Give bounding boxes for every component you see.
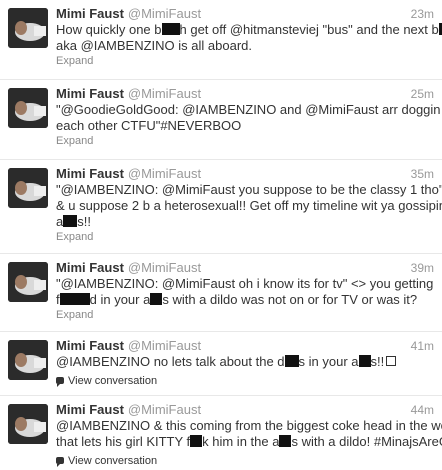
tweet-text: "@IAMBENZINO: @MimiFaust oh i know its f… — [56, 276, 434, 308]
tweet-timestamp[interactable]: 39m — [411, 260, 434, 276]
text-line: aka @IAMBENZINO is all aboard. — [56, 38, 252, 53]
tweet-text: @IAMBENZINO & this coming from the bigge… — [56, 418, 442, 450]
view-conversation-link[interactable]: View conversation — [56, 374, 157, 388]
text-line: @IAMBENZINO & this coming from the bigge… — [56, 418, 442, 433]
author-name[interactable]: Mimi Faust — [56, 402, 124, 417]
text-line: & u suppose 2 b a heterosexual!! Get off… — [56, 198, 442, 213]
redaction-bar — [63, 215, 78, 227]
view-conversation-link[interactable]: View conversation — [56, 454, 157, 468]
redaction-bar — [59, 293, 90, 305]
tweet-timestamp[interactable]: 44m — [411, 402, 434, 418]
expand-link[interactable]: Expand — [56, 230, 93, 244]
text-line: "@IAMBENZINO: @MimiFaust oh i know its f… — [56, 276, 434, 291]
author-name[interactable]: Mimi Faust — [56, 260, 124, 275]
tweet-header: Mimi Faust @MimiFaust 41m — [56, 338, 434, 354]
tweet-item[interactable]: Mimi Faust @MimiFaust 44m @IAMBENZINO & t… — [0, 396, 442, 470]
tweet-item[interactable]: Mimi Faust @MimiFaust 35m "@IAMBENZINO: @… — [0, 160, 442, 254]
tweet-header: Mimi Faust @MimiFaust 39m — [56, 260, 434, 276]
text-segment: s with a dildo! #MinajsAreGr8 — [291, 434, 442, 449]
text-segment: a — [56, 214, 64, 229]
redaction-bar — [161, 23, 180, 35]
tweet-text: "@GoodieGoldGood: @IAMBENZINO and @MimiF… — [56, 102, 441, 134]
text-segment: that lets his girl KITTY f — [56, 434, 191, 449]
tweet-timestamp[interactable]: 25m — [411, 86, 434, 102]
avatar[interactable] — [8, 8, 48, 48]
tweet-header: Mimi Faust @MimiFaust 35m — [56, 166, 434, 182]
speech-bubble-icon — [56, 377, 64, 387]
tweet-item[interactable]: Mimi Faust @MimiFaust 41m @IAMBENZINO no … — [0, 332, 442, 396]
text-line: "@GoodieGoldGood: @IAMBENZINO and @MimiF… — [56, 102, 441, 117]
text-segment: s!! — [370, 354, 385, 369]
unrendered-glyph-icon — [386, 356, 397, 366]
tweet-header: Mimi Faust @MimiFaust 23m — [56, 6, 434, 22]
avatar[interactable] — [8, 88, 48, 128]
author-handle[interactable]: @MimiFaust — [128, 260, 201, 275]
text-segment: How quickly one b — [56, 22, 162, 37]
tweet-item[interactable]: Mimi Faust @MimiFaust 23m How quickly one… — [0, 0, 442, 80]
text-segment: @IAMBENZINO no lets talk about the d — [56, 354, 285, 369]
author-name[interactable]: Mimi Faust — [56, 6, 124, 21]
tweet-text: "@IAMBENZINO: @MimiFaust you suppose to … — [56, 182, 442, 230]
text-segment: s!! — [77, 214, 91, 229]
text-segment: s in your a — [298, 354, 359, 369]
avatar[interactable] — [8, 340, 48, 380]
text-segment: k him in the a — [202, 434, 280, 449]
author-name[interactable]: Mimi Faust — [56, 86, 124, 101]
author-handle[interactable]: @MimiFaust — [128, 338, 201, 353]
tweet-header: Mimi Faust @MimiFaust 25m — [56, 86, 434, 102]
speech-bubble-icon — [56, 457, 64, 467]
author-name[interactable]: Mimi Faust — [56, 166, 124, 181]
author-name[interactable]: Mimi Faust — [56, 338, 124, 353]
tweet-text: @IAMBENZINO no lets talk about the d s in… — [56, 354, 426, 370]
tweet-timestamp[interactable]: 41m — [411, 338, 434, 354]
tweet-header: Mimi Faust @MimiFaust 44m — [56, 402, 434, 418]
author-handle[interactable]: @MimiFaust — [128, 402, 201, 417]
avatar[interactable] — [8, 262, 48, 302]
tweet-text: How quickly one b h get off @hitmanstevie… — [56, 22, 442, 54]
avatar[interactable] — [8, 168, 48, 208]
redaction-bar — [190, 435, 203, 447]
tweet-timestamp[interactable]: 23m — [411, 6, 434, 22]
redaction-bar — [279, 435, 292, 447]
tweet-item[interactable]: Mimi Faust @MimiFaust 25m "@GoodieGoldGoo… — [0, 80, 442, 160]
expand-link[interactable]: Expand — [56, 134, 93, 148]
text-line: "@IAMBENZINO: @MimiFaust you suppose to … — [56, 182, 442, 197]
avatar[interactable] — [8, 404, 48, 444]
expand-link[interactable]: Expand — [56, 54, 93, 68]
view-conversation-label: View conversation — [68, 455, 158, 467]
text-line: each other CTFU"#NEVERBOO — [56, 118, 242, 133]
tweet-timeline: Mimi Faust @MimiFaust 23m How quickly one… — [0, 0, 442, 470]
view-conversation-label: View conversation — [68, 375, 158, 387]
expand-link[interactable]: Expand — [56, 308, 93, 322]
redaction-bar — [150, 293, 163, 305]
redaction-bar — [358, 355, 371, 367]
text-segment: s with a dildo was not on or for TV or w… — [162, 292, 418, 307]
text-segment: h get off @hitmansteviej "bus" and the n… — [179, 22, 439, 37]
tweet-timestamp[interactable]: 35m — [411, 166, 434, 182]
text-segment: d in your a — [89, 292, 151, 307]
author-handle[interactable]: @MimiFaust — [128, 6, 201, 21]
redaction-bar — [284, 355, 299, 367]
author-handle[interactable]: @MimiFaust — [128, 166, 201, 181]
author-handle[interactable]: @MimiFaust — [128, 86, 201, 101]
tweet-item[interactable]: Mimi Faust @MimiFaust 39m "@IAMBENZINO: @… — [0, 254, 442, 332]
